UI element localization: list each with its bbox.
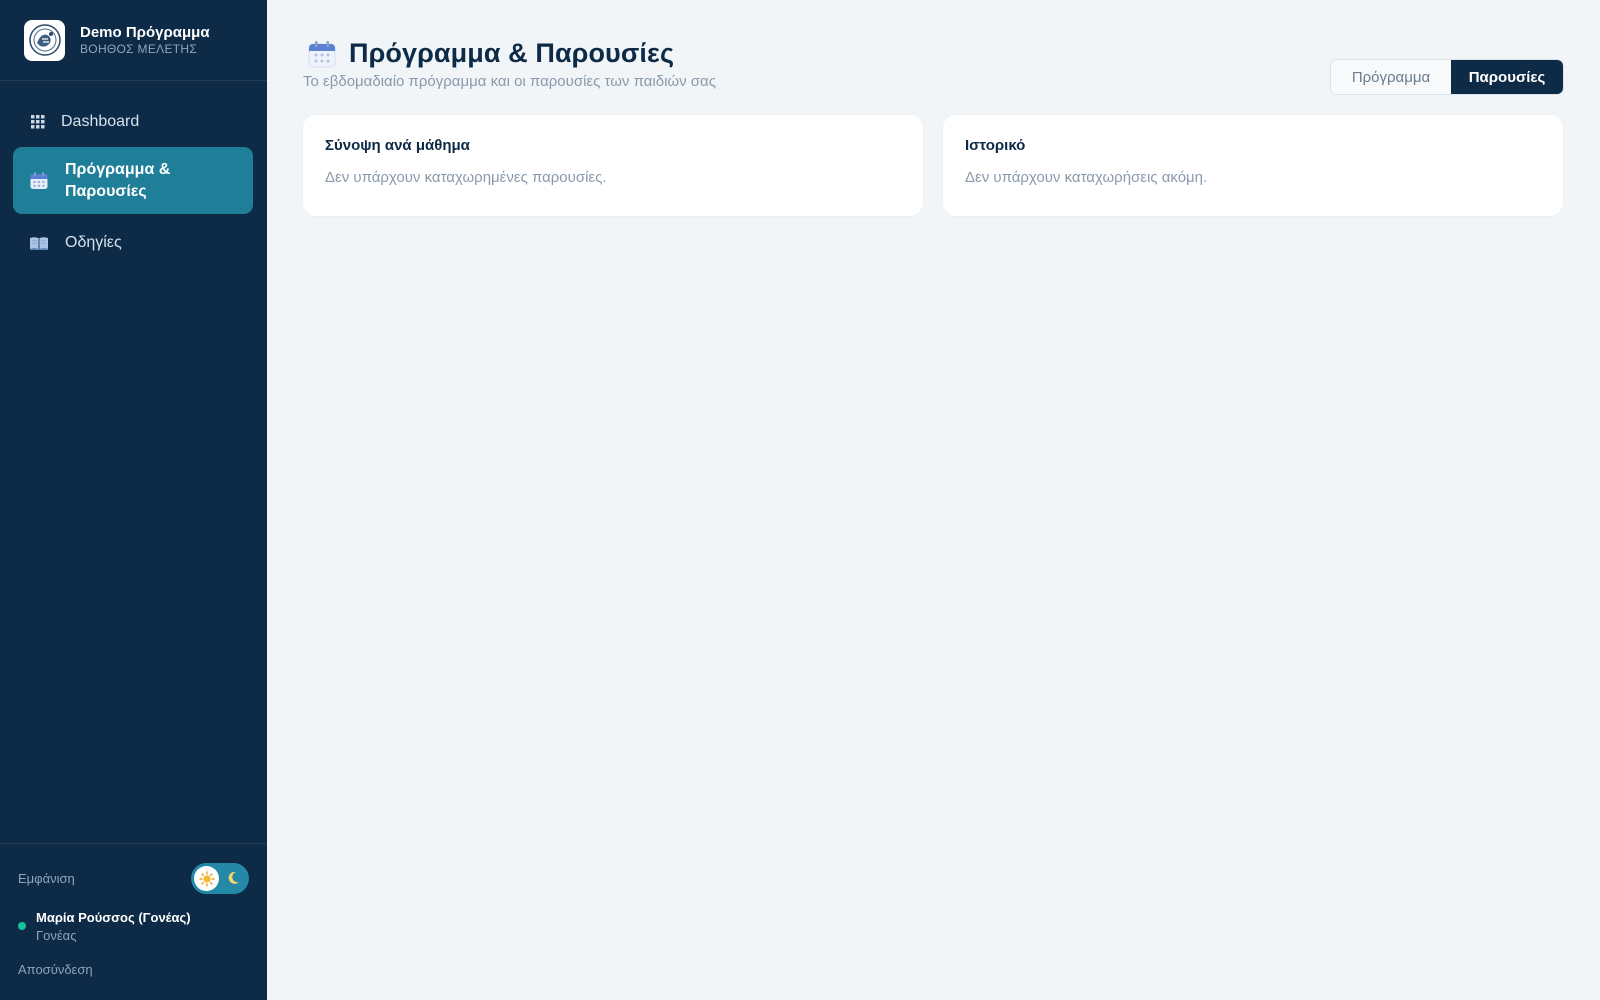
sidebar-item-label: Dashboard (61, 113, 140, 130)
brand-subtitle: ΒΟΗΘΟΣ ΜΕΛΕΤΗΣ (80, 41, 198, 56)
logout-link[interactable]: Αποσύνδεση (18, 962, 93, 977)
sidebar-item-label: Οδηγίες (65, 234, 122, 251)
book-icon (29, 233, 49, 253)
grid-icon (28, 112, 48, 132)
card-title: Ιστορικό (965, 137, 1026, 154)
page-header: Πρόγραμμα & Παρουσίες Το εβδομαδιαίο πρό… (303, 38, 716, 90)
main-content: Πρόγραμμα & Παρουσίες Το εβδομαδιαίο πρό… (267, 0, 1600, 1000)
sidebar-item-instructions[interactable]: Οδηγίες (0, 218, 267, 268)
user-role: Γονέας (36, 928, 77, 943)
tab-schedule[interactable]: Πρόγραμμα (1331, 60, 1451, 94)
summary-card: Σύνοψη ανά μάθημα Δεν υπάρχουν καταχωρημ… (303, 115, 923, 216)
sidebar-item-schedule-attendance[interactable]: Πρόγραμμα & Παρουσίες (13, 147, 253, 214)
history-card: Ιστορικό Δεν υπάρχουν καταχωρήσεις ακόμη… (943, 115, 1563, 216)
moon-icon (227, 870, 241, 891)
online-status-dot (18, 922, 26, 930)
tab-attendance[interactable]: Παρουσίες (1451, 60, 1563, 94)
page-title: Πρόγραμμα & Παρουσίες (349, 38, 675, 68)
sidebar-nav: Dashboard Πρόγραμμα & Παρουσίες Οδηγίες (0, 81, 267, 268)
calendar-icon (29, 171, 49, 191)
sidebar-footer: Εμφάνιση Μαρία Ρούσσος (Γονέας) Γονέας Α… (0, 843, 267, 1000)
brand-logo (24, 19, 65, 61)
page-subtitle: Το εβδομαδιαίο πρόγραμμα και οι παρουσίε… (303, 73, 716, 90)
user-info: Μαρία Ρούσσος (Γονέας) Γονέας (18, 909, 249, 944)
calendar-icon (307, 39, 337, 69)
brand-name: Demo Πρόγραμμα (80, 23, 210, 41)
sun-icon (194, 866, 219, 891)
appearance-label: Εμφάνιση (18, 871, 75, 886)
card-title: Σύνοψη ανά μάθημα (325, 137, 470, 154)
cards-row: Σύνοψη ανά μάθημα Δεν υπάρχουν καταχωρημ… (303, 115, 1563, 216)
empty-state-text: Δεν υπάρχουν καταχωρήσεις ακόμη. (965, 169, 1208, 186)
brand-header: Demo Πρόγραμμα ΒΟΗΘΟΣ ΜΕΛΕΤΗΣ (0, 0, 267, 81)
sidebar-item-label: Πρόγραμμα & Παρουσίες (65, 160, 171, 200)
empty-state-text: Δεν υπάρχουν καταχωρημένες παρουσίες. (325, 169, 607, 186)
user-name: Μαρία Ρούσσος (Γονέας) (36, 910, 191, 925)
theme-toggle[interactable] (191, 863, 249, 894)
sidebar-item-dashboard[interactable]: Dashboard (0, 97, 267, 147)
sidebar: Demo Πρόγραμμα ΒΟΗΘΟΣ ΜΕΛΕΤΗΣ Dashboard (0, 0, 267, 1000)
view-tabs: Πρόγραμμα Παρουσίες (1330, 59, 1564, 95)
